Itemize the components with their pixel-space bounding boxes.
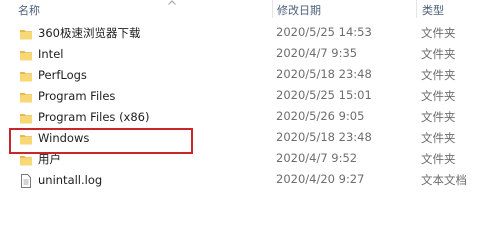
folder-icon (19, 68, 33, 82)
file-type: 文件夹 (421, 89, 456, 103)
text-file-icon (19, 173, 33, 188)
column-header-type[interactable]: 类型 (422, 2, 444, 18)
file-name-cell: Intel (19, 43, 63, 64)
file-row[interactable]: unintall.log 2020/4/20 9:27 文本文档 (0, 169, 487, 190)
file-type: 文件夹 (421, 26, 456, 40)
file-date: 2020/5/18 23:48 (276, 130, 372, 144)
column-header-bar: 名称 修改日期 类型 (0, 0, 487, 18)
file-date: 2020/4/20 9:27 (276, 172, 365, 186)
column-divider[interactable] (416, 0, 417, 18)
file-row[interactable]: Program Files 2020/5/25 15:01 文件夹 (0, 85, 487, 106)
file-type: 文件夹 (421, 47, 456, 61)
file-name: PerfLogs (38, 67, 87, 82)
file-type: 文件夹 (421, 152, 456, 166)
file-type: 文本文档 (421, 173, 467, 187)
column-header-name[interactable]: 名称 (18, 2, 40, 18)
file-date: 2020/5/25 15:01 (276, 88, 372, 102)
file-row[interactable]: Intel 2020/4/7 9:35 文件夹 (0, 43, 487, 64)
file-name: unintall.log (38, 172, 103, 187)
file-date: 2020/5/18 23:48 (276, 67, 372, 81)
highlight-box (9, 128, 193, 154)
file-date: 2020/4/7 9:35 (276, 46, 358, 60)
file-type: 文件夹 (421, 68, 456, 82)
sort-up-icon (168, 0, 176, 5)
file-name: Program Files (38, 88, 116, 103)
folder-icon (19, 47, 33, 61)
file-name-cell: PerfLogs (19, 64, 87, 85)
folder-icon (19, 110, 33, 124)
file-date: 2020/4/7 9:52 (276, 151, 358, 165)
file-name: 360极速浏览器下载 (38, 25, 141, 40)
file-row[interactable]: Program Files (x86) 2020/5/26 9:05 文件夹 (0, 106, 487, 127)
column-header-date[interactable]: 修改日期 (277, 2, 321, 18)
file-name-cell: 360极速浏览器下载 (19, 22, 140, 43)
file-date: 2020/5/25 14:53 (276, 25, 372, 39)
file-date: 2020/5/26 9:05 (276, 109, 365, 123)
file-row[interactable]: PerfLogs 2020/5/18 23:48 文件夹 (0, 64, 487, 85)
column-divider[interactable] (272, 0, 273, 18)
file-name-cell: unintall.log (19, 169, 102, 190)
folder-icon (19, 26, 33, 40)
file-name: Intel (38, 46, 64, 61)
folder-icon (19, 89, 33, 103)
file-row[interactable]: 360极速浏览器下载 2020/5/25 14:53 文件夹 (0, 22, 487, 43)
file-name: Program Files (x86) (38, 109, 150, 124)
file-name-cell: Program Files (x86) (19, 106, 149, 127)
file-type: 文件夹 (421, 110, 456, 124)
file-type: 文件夹 (421, 131, 456, 145)
file-name-cell: Program Files (19, 85, 115, 106)
